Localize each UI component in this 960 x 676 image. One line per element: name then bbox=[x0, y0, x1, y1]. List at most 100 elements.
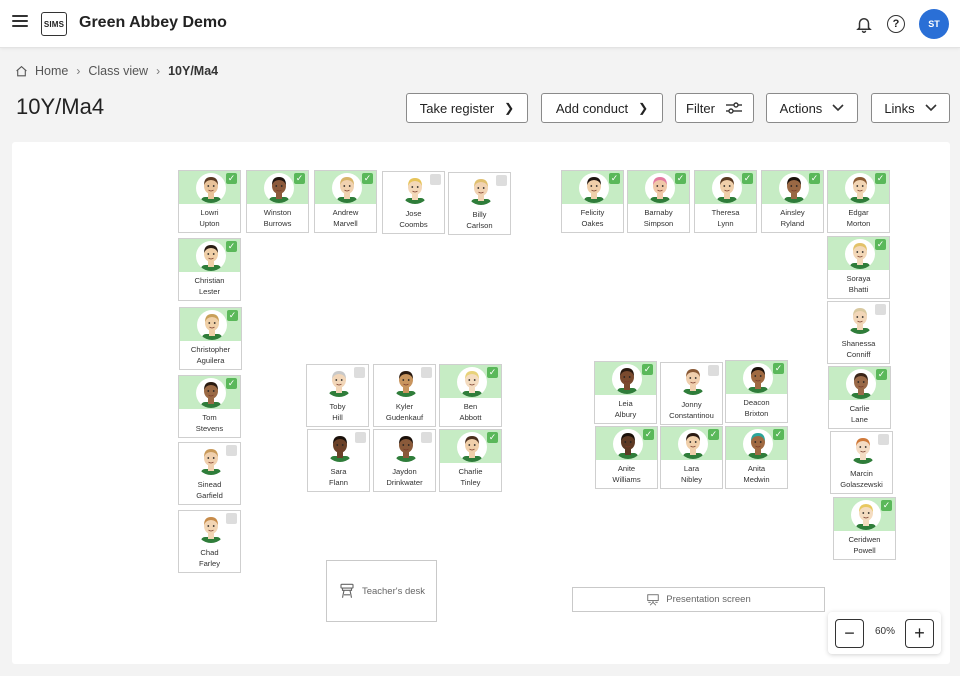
attendance-checkbox[interactable] bbox=[355, 432, 366, 443]
attendance-checkbox[interactable] bbox=[226, 513, 237, 524]
attendance-checkbox[interactable] bbox=[742, 173, 753, 184]
seat-photo-area bbox=[762, 171, 823, 204]
attendance-checkbox[interactable] bbox=[487, 432, 498, 443]
student-seat[interactable]: Carlie Lane bbox=[828, 366, 891, 429]
attendance-checkbox[interactable] bbox=[875, 239, 886, 250]
zoom-out-button[interactable]: − bbox=[835, 619, 864, 648]
attendance-checkbox[interactable] bbox=[773, 363, 784, 374]
attendance-checkbox[interactable] bbox=[496, 175, 507, 186]
filter-button[interactable]: Filter bbox=[675, 93, 754, 123]
student-avatar-icon bbox=[613, 429, 643, 459]
attendance-checkbox[interactable] bbox=[226, 445, 237, 456]
student-seat[interactable]: Ben Abbott bbox=[439, 364, 502, 427]
attendance-checkbox[interactable] bbox=[643, 429, 654, 440]
attendance-checkbox[interactable] bbox=[875, 304, 886, 315]
student-last-name: Aguilera bbox=[196, 356, 225, 365]
student-seat[interactable]: Barnaby Simpson bbox=[627, 170, 690, 233]
add-conduct-button[interactable]: Add conduct ❯ bbox=[541, 93, 663, 123]
student-seat[interactable]: Andrew Marvell bbox=[314, 170, 377, 233]
attendance-checkbox[interactable] bbox=[227, 310, 238, 321]
attendance-checkbox[interactable] bbox=[487, 367, 498, 378]
attendance-checkbox[interactable] bbox=[354, 367, 365, 378]
student-name: Soraya Bhatti bbox=[828, 270, 889, 295]
student-seat[interactable]: Tom Stevens bbox=[178, 375, 241, 438]
attendance-checkbox[interactable] bbox=[878, 434, 889, 445]
hamburger-menu-icon[interactable] bbox=[12, 15, 28, 29]
student-seat[interactable]: Lowri Upton bbox=[178, 170, 241, 233]
student-seat[interactable]: Anita Medwin bbox=[725, 426, 788, 489]
student-first-name: Jonny bbox=[681, 400, 702, 409]
student-seat[interactable]: Deacon Brixton bbox=[725, 360, 788, 423]
student-seat[interactable]: Sinead Garfield bbox=[178, 442, 241, 505]
seat-photo-area bbox=[374, 430, 435, 463]
seat-photo-area bbox=[179, 376, 240, 409]
attendance-checkbox[interactable] bbox=[773, 429, 784, 440]
student-seat[interactable]: Shanessa Conniff bbox=[827, 301, 890, 364]
student-seat[interactable]: Winston Burrows bbox=[246, 170, 309, 233]
teacher-desk: Teacher's desk bbox=[326, 560, 437, 622]
student-seat[interactable]: Lara Nibley bbox=[660, 426, 723, 489]
attendance-checkbox[interactable] bbox=[881, 500, 892, 511]
take-register-button[interactable]: Take register ❯ bbox=[406, 93, 528, 123]
student-seat[interactable]: Marcin Golaszewski bbox=[830, 431, 893, 494]
links-button[interactable]: Links bbox=[871, 93, 950, 123]
attendance-checkbox[interactable] bbox=[421, 367, 432, 378]
student-seat[interactable]: Jose Coombs bbox=[382, 171, 445, 234]
attendance-checkbox[interactable] bbox=[430, 174, 441, 185]
student-seat[interactable]: Soraya Bhatti bbox=[827, 236, 890, 299]
attendance-checkbox[interactable] bbox=[875, 173, 886, 184]
student-seat[interactable]: Felicity Oakes bbox=[561, 170, 624, 233]
student-seat[interactable]: Christian Lester bbox=[178, 238, 241, 301]
student-seat[interactable]: Christopher Aguilera bbox=[179, 307, 242, 370]
attendance-checkbox[interactable] bbox=[675, 173, 686, 184]
attendance-checkbox[interactable] bbox=[421, 432, 432, 443]
student-first-name: Jaydon bbox=[392, 467, 417, 476]
student-seat[interactable]: Jaydon Drinkwater bbox=[373, 429, 436, 492]
attendance-checkbox[interactable] bbox=[226, 173, 237, 184]
student-seat[interactable]: Ceridwen Powell bbox=[833, 497, 896, 560]
student-seat[interactable]: Toby Hill bbox=[306, 364, 369, 427]
attendance-checkbox[interactable] bbox=[609, 173, 620, 184]
breadcrumb-class-view[interactable]: Class view bbox=[88, 64, 148, 78]
student-first-name: Lowri bbox=[200, 208, 219, 217]
student-name: Anita Medwin bbox=[726, 460, 787, 485]
attendance-checkbox[interactable] bbox=[362, 173, 373, 184]
presentation-screen: Presentation screen bbox=[572, 587, 825, 612]
attendance-checkbox[interactable] bbox=[708, 365, 719, 376]
student-seat[interactable]: Edgar Morton bbox=[827, 170, 890, 233]
student-first-name: Barnaby bbox=[644, 208, 673, 217]
zoom-in-button[interactable]: + bbox=[905, 619, 934, 648]
notification-bell-icon[interactable] bbox=[855, 15, 873, 33]
help-icon[interactable]: ? bbox=[887, 15, 905, 33]
student-avatar-icon bbox=[845, 304, 875, 334]
breadcrumb-home[interactable]: Home bbox=[35, 64, 68, 78]
attendance-checkbox[interactable] bbox=[226, 241, 237, 252]
student-seat[interactable]: Billy Carlson bbox=[448, 172, 511, 235]
student-avatar-icon bbox=[466, 175, 496, 205]
seating-plan-canvas[interactable]: Teacher's desk Presentation screen − 60%… bbox=[12, 142, 950, 664]
attendance-checkbox[interactable] bbox=[642, 364, 653, 375]
seat-photo-area bbox=[726, 361, 787, 394]
attendance-checkbox[interactable] bbox=[876, 369, 887, 380]
student-seat[interactable]: Ainsley Ryland bbox=[761, 170, 824, 233]
attendance-checkbox[interactable] bbox=[809, 173, 820, 184]
student-seat[interactable]: Charlie Tinley bbox=[439, 429, 502, 492]
app-header: SIMS Green Abbey Demo ? ST bbox=[0, 0, 960, 48]
student-avatar-icon bbox=[196, 445, 226, 475]
attendance-checkbox[interactable] bbox=[226, 378, 237, 389]
attendance-checkbox[interactable] bbox=[294, 173, 305, 184]
student-seat[interactable]: Leia Albury bbox=[594, 361, 657, 424]
attendance-checkbox[interactable] bbox=[708, 429, 719, 440]
student-first-name: Lara bbox=[683, 464, 700, 473]
home-icon[interactable] bbox=[15, 65, 28, 78]
student-seat[interactable]: Kyler Gudenkauf bbox=[373, 364, 436, 427]
student-avatar-icon bbox=[612, 364, 642, 394]
student-seat[interactable]: Jonny Constantinou bbox=[660, 362, 723, 425]
student-seat[interactable]: Chad Farley bbox=[178, 510, 241, 573]
student-seat[interactable]: Anite Williams bbox=[595, 426, 658, 489]
student-name: Barnaby Simpson bbox=[628, 204, 689, 229]
actions-button[interactable]: Actions bbox=[766, 93, 858, 123]
student-seat[interactable]: Theresa Lynn bbox=[694, 170, 757, 233]
student-seat[interactable]: Sara Flann bbox=[307, 429, 370, 492]
user-avatar[interactable]: ST bbox=[919, 9, 949, 39]
